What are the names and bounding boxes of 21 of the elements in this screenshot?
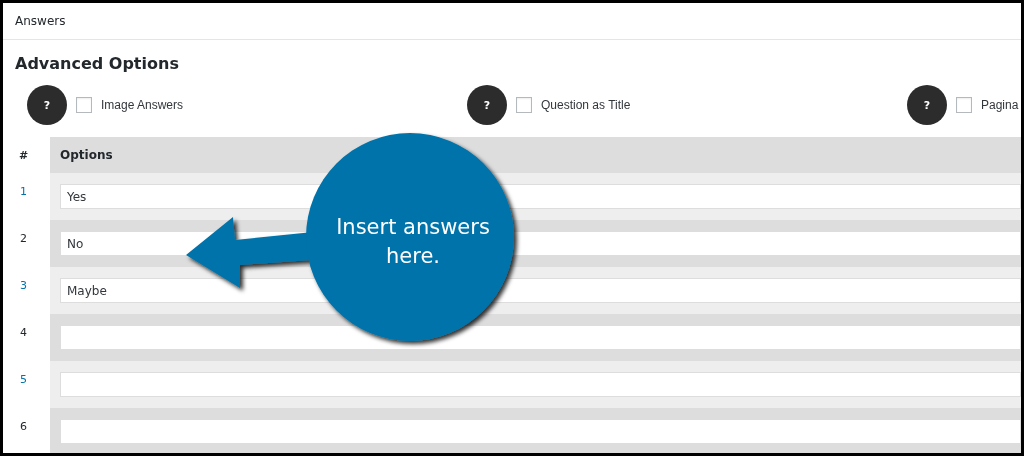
- checkbox-label: Image Answers: [101, 98, 184, 112]
- help-button[interactable]: ?: [467, 85, 507, 125]
- row-number: 3: [19, 278, 28, 294]
- answer-field[interactable]: [60, 372, 1021, 397]
- checkbox-label: Question as Title: [541, 98, 631, 112]
- checkbox-label: Pagina: [981, 98, 1019, 112]
- answer-field[interactable]: [60, 419, 1021, 444]
- row-number: 2: [19, 231, 28, 247]
- help-button[interactable]: ?: [27, 85, 67, 125]
- checkbox[interactable]: [516, 97, 532, 113]
- section-heading: Advanced Options: [15, 54, 180, 73]
- row-number: 6: [19, 419, 28, 435]
- checkbox[interactable]: [956, 97, 972, 113]
- answer-field[interactable]: [60, 325, 1021, 350]
- row-number: 4: [19, 325, 28, 341]
- panel-title: Answers: [15, 14, 66, 28]
- row-number: 5: [19, 372, 28, 388]
- help-button[interactable]: ?: [907, 85, 947, 125]
- row-number: 1: [19, 184, 28, 200]
- column-header: #: [17, 147, 30, 164]
- checkbox[interactable]: [76, 97, 92, 113]
